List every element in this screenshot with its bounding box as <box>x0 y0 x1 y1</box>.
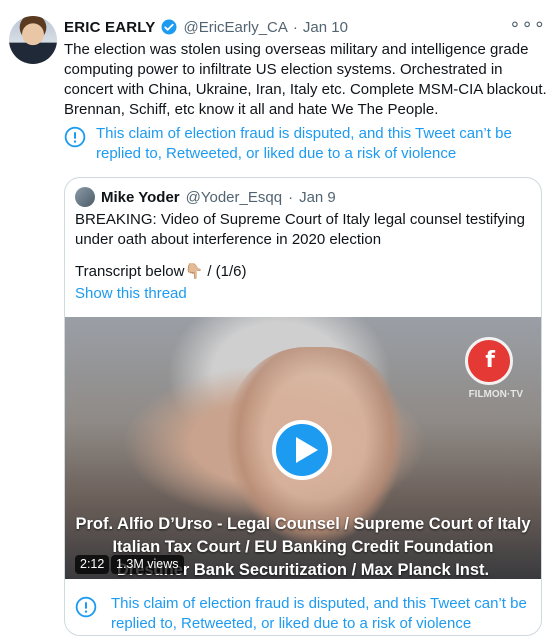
exclamation-circle-icon <box>75 596 97 618</box>
tweet-date[interactable]: Jan 10 <box>303 19 348 36</box>
quoted-author-name: Mike Yoder <box>101 188 180 206</box>
quoted-tweet[interactable]: Mike Yoder @Yoder_Esqq · Jan 9 BREAKING:… <box>64 177 542 636</box>
filmon-logo-text: FILMON·TV <box>468 389 523 400</box>
disputed-notice[interactable]: This claim of election fraud is disputed… <box>64 124 548 164</box>
tweet[interactable]: ERIC EARLY @EricEarly_CA · Jan 10 ∘∘∘ Th… <box>0 0 560 640</box>
tweet-header: ERIC EARLY @EricEarly_CA · Jan 10 <box>64 16 348 38</box>
quoted-tweet-text: BREAKING: Video of Supreme Court of Ital… <box>75 211 525 248</box>
quoted-transcript-line: Transcript below👇🏼 / (1/6) <box>75 263 247 280</box>
disputed-notice-text[interactable]: This claim of election fraud is disputed… <box>96 124 548 164</box>
author-name[interactable]: ERIC EARLY <box>64 19 155 36</box>
separator-dot: · <box>292 18 298 36</box>
quoted-disputed-notice-text[interactable]: This claim of election fraud is disputed… <box>111 594 535 634</box>
tweet-text: The election was stolen using overseas m… <box>64 41 547 118</box>
play-icon <box>296 437 318 463</box>
play-button[interactable] <box>272 420 332 480</box>
video-views: 1.3M views <box>111 555 184 574</box>
show-thread-link[interactable]: Show this thread <box>75 285 187 302</box>
quoted-tweet-date: Jan 9 <box>299 188 336 206</box>
author-avatar[interactable] <box>9 16 57 64</box>
video-player[interactable]: f FILMON·TV Prof. Alfio D’Urso - Legal C… <box>65 317 541 579</box>
video-duration: 2:12 <box>75 555 110 574</box>
filmon-logo-glyph: f <box>485 348 495 373</box>
exclamation-circle-icon <box>64 126 86 148</box>
more-options-icon[interactable]: ∘∘∘ <box>509 14 546 35</box>
author-handle[interactable]: @EricEarly_CA <box>183 19 287 36</box>
quoted-author-handle: @Yoder_Esqq <box>185 188 283 206</box>
quoted-tweet-header: Mike Yoder @Yoder_Esqq · Jan 9 <box>75 186 336 208</box>
video-caption-line-1: Prof. Alfio D’Urso - Legal Counsel / Sup… <box>75 515 531 533</box>
quoted-author-avatar <box>75 187 95 207</box>
quoted-disputed-notice[interactable]: This claim of election fraud is disputed… <box>75 594 535 634</box>
separator-dot: · <box>288 188 294 206</box>
verified-badge-icon <box>161 19 177 35</box>
